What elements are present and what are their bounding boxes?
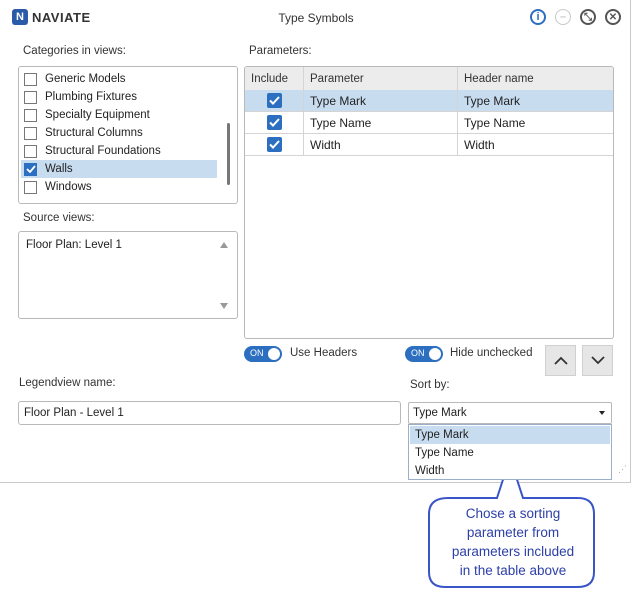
callout-line: Chose a sorting bbox=[465, 506, 561, 521]
callout-text: Chose a sorting parameter from parameter… bbox=[432, 504, 594, 580]
sort-option[interactable]: Width bbox=[410, 462, 610, 480]
callout-line: in the table above bbox=[459, 563, 567, 578]
callout-line: parameter from bbox=[466, 525, 560, 540]
sort-option[interactable]: Type Name bbox=[410, 444, 610, 462]
sort-option[interactable]: Type Mark bbox=[410, 426, 610, 444]
callout-line: parameters included bbox=[451, 544, 575, 559]
sort-by-options[interactable]: Type Mark Type Name Width bbox=[408, 424, 612, 480]
callout-bubble bbox=[428, 454, 595, 588]
